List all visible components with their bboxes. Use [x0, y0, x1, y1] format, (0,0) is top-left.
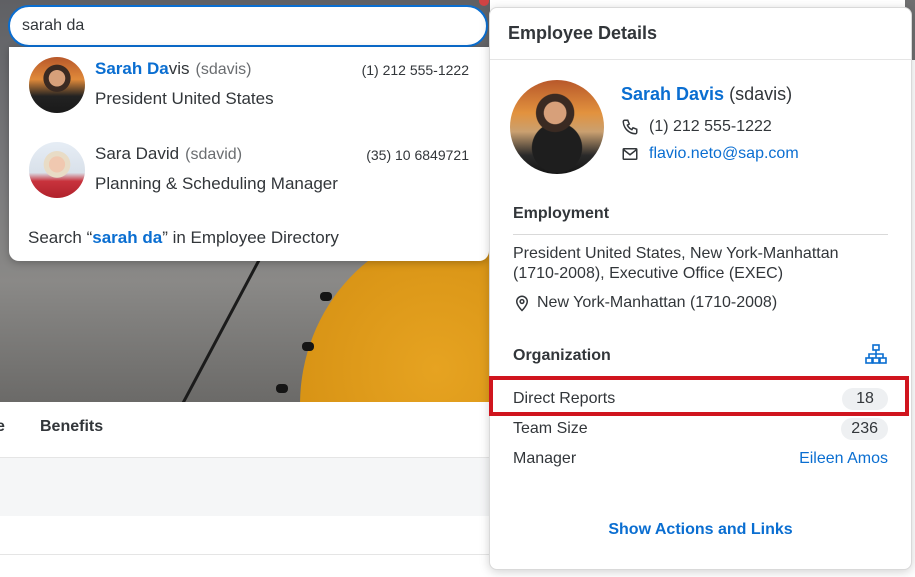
suggestion-item-sarah-davis[interactable]: Sarah Davis (sdavis) (1) 212 555-1222 Pre…	[9, 47, 489, 127]
suggestion-name: Sarah Davis (sdavis)	[95, 59, 252, 78]
suggestion-phone: (35) 10 6849721	[366, 147, 469, 163]
suggestion-phone: (1) 212 555-1222	[361, 62, 469, 78]
email-icon	[622, 148, 638, 160]
rope-knot-image	[276, 384, 288, 393]
divider	[513, 234, 888, 235]
suggestion-item-sara-david[interactable]: Sara David (sdavid) (35) 10 6849721 Plann…	[9, 133, 489, 213]
show-actions-link[interactable]: Show Actions and Links	[490, 521, 911, 539]
employee-name: Sarah Davis (sdavis)	[621, 84, 793, 104]
phone-icon	[622, 119, 638, 135]
avatar	[29, 142, 85, 198]
location-text: New York-Manhattan (1710-2008)	[537, 294, 778, 311]
suggestion-title: President United States	[95, 89, 274, 108]
email-link[interactable]: flavio.neto@sap.com	[649, 145, 799, 163]
avatar	[510, 80, 604, 174]
search-suggestions: Sarah Davis (sdavis) (1) 212 555-1222 Pre…	[9, 47, 489, 261]
tab-partial[interactable]: e	[0, 418, 5, 436]
manager-link[interactable]: Eileen Amos	[799, 450, 888, 468]
avatar	[29, 57, 85, 113]
highlight-box	[489, 376, 909, 416]
phone-row: (1) 212 555-1222	[621, 118, 772, 136]
tab-benefits[interactable]: Benefits	[40, 418, 103, 436]
suggestion-name: Sara David (sdavid)	[95, 144, 243, 163]
employee-name-link[interactable]: Sarah Davis	[621, 84, 724, 104]
rope-knot-image	[302, 342, 314, 351]
search-input-value: sarah da	[22, 17, 85, 34]
manager-row: Manager Eileen Amos	[513, 448, 888, 470]
org-chart-icon[interactable]	[865, 344, 887, 364]
location-row: New York-Manhattan (1710-2008)	[513, 294, 777, 312]
phone-number[interactable]: (1) 212 555-1222	[649, 118, 772, 136]
organization-heading: Organization	[513, 347, 611, 364]
divider	[0, 554, 490, 555]
rope-image	[174, 240, 271, 402]
employment-heading: Employment	[513, 205, 610, 222]
suggestion-title: Planning & Scheduling Manager	[95, 174, 338, 193]
manager-label: Manager	[513, 450, 577, 467]
team-size-row[interactable]: Team Size 236	[513, 418, 888, 440]
employment-description: President United States, New York-Manhat…	[513, 245, 839, 282]
email-row: flavio.neto@sap.com	[621, 145, 799, 163]
search-input[interactable]: sarah da	[8, 5, 488, 47]
team-size-label: Team Size	[513, 420, 588, 437]
search-directory-link[interactable]: Search “sarah da” in Employee Directory	[28, 228, 339, 248]
location-icon	[515, 295, 529, 312]
team-size-count: 236	[841, 418, 888, 440]
employee-details-panel: Employee Details Sarah Davis (sdavis) (1…	[489, 7, 912, 570]
rope-knot-image	[320, 292, 332, 301]
content-band	[0, 458, 490, 516]
panel-title: Employee Details	[490, 8, 911, 60]
